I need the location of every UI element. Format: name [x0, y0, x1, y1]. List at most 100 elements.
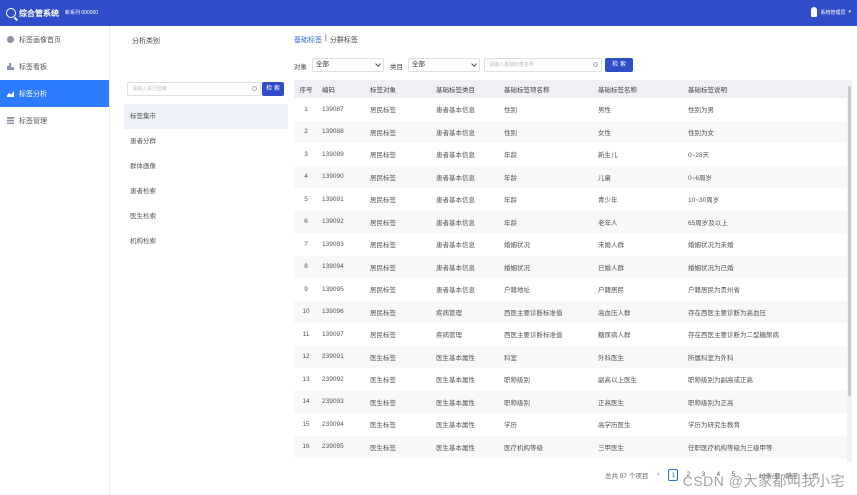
table-cell: 1	[304, 105, 308, 113]
table-scrollbar[interactable]	[847, 80, 852, 462]
tab-group-tags[interactable]: 分群标签	[330, 35, 358, 45]
category-search-placeholder: 请输入进行检索	[132, 86, 168, 92]
column-header[interactable]: 基础标签说明	[684, 84, 847, 94]
tab-separator: |	[325, 35, 327, 42]
table-row[interactable]: 16 239095 医生标签 医生基本属性 医疗机构等级 三甲医生 任职医疗机构等级为三级甲…	[294, 435, 847, 458]
basic-tag-search-button[interactable]: 检 索	[605, 58, 633, 72]
category-panel-title: 分析类别	[132, 38, 160, 45]
table-cell: 医生标签	[370, 399, 396, 407]
table-cell: 医生标签	[370, 444, 396, 452]
table-cell: 老年人	[598, 219, 618, 227]
table-cell: 居民标签	[370, 264, 396, 272]
table-cell: 年龄	[504, 152, 517, 160]
column-header[interactable]: 基础标签项名称	[500, 84, 594, 94]
prev-page-icon[interactable]: ‹	[653, 469, 663, 481]
table-cell: 医生基本属性	[436, 377, 475, 385]
search-icon	[252, 86, 257, 91]
user-menu[interactable]: 系统管理员 ▾	[811, 7, 851, 17]
table-cell: 患者基本信息	[436, 129, 475, 137]
table-cell: 存在西医主要诊断为高血压	[688, 309, 766, 317]
table-cell: 已婚人群	[598, 264, 624, 272]
category-item-doctor-search[interactable]: 医生检索	[124, 204, 288, 229]
category-search-input[interactable]: 请输入进行检索	[127, 82, 261, 96]
table-cell: 副高以上医生	[598, 377, 637, 385]
table-cell: 6	[304, 218, 308, 226]
sidebar: 标签画像首页 标签看板 标签分析 标签管理	[0, 26, 110, 495]
table-row[interactable]: 9 139095 居民标签 患者基本信息 户籍地址 户籍居民 户籍居民为贵州省	[294, 278, 847, 301]
list-icon	[7, 117, 14, 124]
table-cell: 婚姻状况	[504, 264, 530, 272]
column-header[interactable]: 序号	[294, 84, 318, 94]
object-select[interactable]: 全部	[312, 58, 384, 72]
tab-bar: 基础标签 | 分群标签	[294, 35, 358, 45]
table-row[interactable]: 4 139090 居民标签 患者基本信息 年龄 儿童 0~6周岁	[294, 165, 847, 188]
table-cell: 性别	[504, 129, 517, 137]
tag-table: 序号 编码 标签对象 基础标签类目 基础标签项名称 基础标签名称 基础标签说明 …	[294, 80, 847, 458]
basic-tag-search-input[interactable]: 请输入基础标签名称	[484, 58, 602, 72]
table-cell: 医生标签	[370, 354, 396, 362]
category-item-patient-grouping[interactable]: 患者分群	[124, 129, 288, 154]
table-cell: 医生基本属性	[436, 399, 475, 407]
object-filter-label: 对象	[294, 64, 307, 71]
category-item-tag-market[interactable]: 标签集市	[124, 104, 288, 129]
sidebar-item-tag-portrait-home[interactable]: 标签画像首页	[0, 26, 109, 53]
table-cell: 任职医疗机构等级为三级甲等	[688, 444, 773, 452]
table-cell: 新生儿	[598, 152, 618, 160]
sidebar-item-tag-analysis[interactable]: 标签分析	[0, 80, 109, 107]
table-row[interactable]: 5 139091 居民标签 患者基本信息 年龄 青少年 10~30周岁	[294, 188, 847, 211]
table-cell: 年龄	[504, 219, 517, 227]
category-search-button[interactable]: 检 索	[262, 82, 284, 96]
table-row[interactable]: 10 139096 居民标签 疾病管理 西医主要诊断标准值 高血压人群 存在西医主要诊断为高…	[294, 300, 847, 323]
table-cell: 婚姻状况为未婚	[688, 242, 734, 250]
table-cell: 居民标签	[370, 309, 396, 317]
tab-basic-tags[interactable]: 基础标签	[294, 35, 322, 45]
table-row[interactable]: 6 139092 居民标签 患者基本信息 年龄 老年人 65周岁及以上	[294, 210, 847, 233]
category-item-group-portrait[interactable]: 群体画像	[124, 154, 288, 179]
category-select[interactable]: 全部	[408, 58, 480, 72]
sidebar-item-tag-board[interactable]: 标签看板	[0, 53, 109, 80]
table-cell: 疾病管理	[436, 332, 462, 340]
table-cell: 居民标签	[370, 332, 396, 340]
column-header[interactable]: 基础标签名称	[594, 84, 684, 94]
table-cell: 职称级别为副高或正高	[688, 377, 753, 385]
table-row[interactable]: 14 239093 医生标签 医生基本属性 职称级别 正高医生 职称级别为正高	[294, 390, 847, 413]
app-logo[interactable]: 综合管系统 新系列 000000	[6, 8, 98, 19]
table-cell: 65周岁及以上	[688, 219, 728, 227]
table-row[interactable]: 1 139087 居民标签 患者基本信息 性别 男性 性别为男	[294, 98, 847, 121]
category-item-patient-search[interactable]: 患者检索	[124, 179, 288, 204]
table-cell: 户籍地址	[504, 287, 530, 295]
table-cell: 居民标签	[370, 197, 396, 205]
table-row[interactable]: 15 239094 医生标签 医生基本属性 学历 高学历医生 学历为研究生教育	[294, 413, 847, 436]
sidebar-item-label: 标签分析	[19, 90, 47, 98]
table-row[interactable]: 2 139088 居民标签 患者基本信息 性别 女性 性别为女	[294, 120, 847, 143]
table-cell: 糖尿病人群	[598, 332, 631, 340]
table-cell: 患者基本信息	[436, 287, 475, 295]
table-row[interactable]: 11 139097 居民标签 疾病管理 西医主要诊断标准值 糖尿病人群 存在西医主要诊断为二…	[294, 323, 847, 346]
table-row[interactable]: 13 239092 医生标签 医生基本属性 职称级别 副高以上医生 职称级别为副高或正高	[294, 368, 847, 391]
eye-icon	[7, 36, 14, 43]
table-cell: 139089	[322, 150, 344, 158]
column-header[interactable]: 基础标签类目	[432, 84, 500, 94]
table-row[interactable]: 8 139094 居民标签 患者基本信息 婚姻状况 已婚人群 婚姻状况为已婚	[294, 255, 847, 278]
category-item-institution-search[interactable]: 机构检索	[124, 229, 288, 254]
table-cell: 高学历医生	[598, 422, 631, 430]
table-cell: 11	[302, 330, 310, 338]
table-row[interactable]: 12 239091 医生标签 医生基本属性 科室 外科医生 所属科室为外科	[294, 345, 847, 368]
app-title: 综合管系统	[19, 8, 59, 18]
scrollbar-thumb[interactable]	[848, 86, 851, 396]
category-select-value: 全部	[412, 61, 425, 68]
table-cell: 5	[304, 195, 308, 203]
table-row[interactable]: 7 139093 居民标签 患者基本信息 婚姻状况 未婚人群 婚姻状况为未婚	[294, 233, 847, 256]
table-cell: 9	[304, 285, 308, 293]
table-cell: 139090	[322, 173, 344, 181]
sidebar-item-tag-management[interactable]: 标签管理	[0, 107, 109, 134]
table-row[interactable]: 3 139089 居民标签 患者基本信息 年龄 新生儿 0~28天	[294, 143, 847, 166]
table-cell: 239094	[322, 420, 344, 428]
table-cell: 139092	[322, 218, 344, 226]
column-header[interactable]: 编码	[318, 84, 366, 94]
table-cell: 239093	[322, 398, 344, 406]
search-logo-icon	[6, 8, 16, 18]
page-button[interactable]: 1	[668, 469, 679, 481]
column-header[interactable]: 标签对象	[366, 84, 432, 94]
table-cell: 年龄	[504, 197, 517, 205]
